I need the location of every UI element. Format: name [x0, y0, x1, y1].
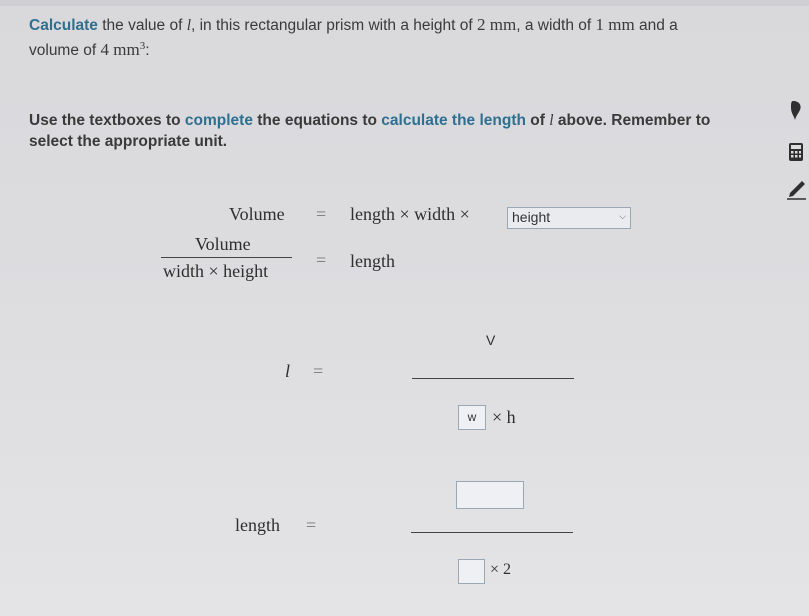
- eq2-denominator: width × height: [163, 261, 269, 281]
- instruction-fragment: of: [525, 112, 550, 129]
- hint-icon[interactable]: [784, 98, 808, 122]
- unit-select-value: height: [512, 209, 551, 225]
- question-fragment: :: [145, 42, 150, 60]
- instruction-fragment: the equations to: [252, 112, 382, 129]
- eq4-equals: =: [306, 515, 317, 535]
- eq2-rhs: length: [350, 251, 395, 271]
- volume-value: 4 mm: [100, 40, 140, 60]
- eq4-denominator-rest: × 2: [490, 561, 512, 578]
- width-input[interactable]: w: [458, 405, 486, 430]
- pencil-icon[interactable]: [784, 178, 808, 202]
- question-keyword-calculate: Calculate: [29, 17, 98, 34]
- calculator-icon[interactable]: [784, 141, 808, 163]
- question-fragment: , in this rectangular prism with a heigh…: [191, 17, 478, 34]
- instruction-keyword-complete: complete: [184, 112, 253, 129]
- eq1-lhs: Volume: [229, 204, 285, 224]
- question-fragment: and a: [634, 17, 678, 34]
- instruction-fragment: Use the textboxes to: [29, 112, 185, 129]
- eq3-lhs: l: [285, 361, 291, 381]
- instruction-keyword-calculate: calculate the length: [381, 112, 526, 129]
- instruction-text: Use the textboxes to complete the equati…: [29, 110, 769, 152]
- eq3-numerator[interactable]: V: [486, 332, 495, 348]
- width-input-2[interactable]: [458, 559, 485, 584]
- eq3-equals: =: [313, 361, 324, 381]
- eq3-fraction-line: [412, 378, 574, 379]
- volume-input[interactable]: [456, 481, 524, 509]
- eq2-equals: =: [316, 250, 327, 270]
- eq3-denominator-rest: × h: [492, 407, 516, 427]
- eq4-lhs: length: [235, 515, 280, 535]
- question-fragment: , a width of: [516, 17, 596, 34]
- width-value: 1 mm: [595, 15, 635, 34]
- question-text: Calculate the value of l, in this rectan…: [29, 14, 769, 61]
- question-fragment: the value of: [97, 17, 187, 34]
- eq2-fraction-line: [161, 257, 292, 258]
- unit-select[interactable]: height ⌵: [507, 207, 631, 229]
- eq1-equals: =: [316, 204, 327, 224]
- height-value: 2 mm: [477, 15, 517, 34]
- question-fragment: volume of: [29, 42, 101, 60]
- top-bar: [0, 0, 809, 6]
- eq1-rhs: length × width ×: [350, 204, 470, 224]
- eq4-fraction-line: [411, 532, 573, 533]
- chevron-down-icon: ⌵: [619, 211, 626, 221]
- eq2-numerator: Volume: [195, 234, 251, 254]
- instruction-fragment: above. Remember to: [553, 112, 711, 129]
- instruction-fragment: select the appropriate unit.: [29, 133, 228, 150]
